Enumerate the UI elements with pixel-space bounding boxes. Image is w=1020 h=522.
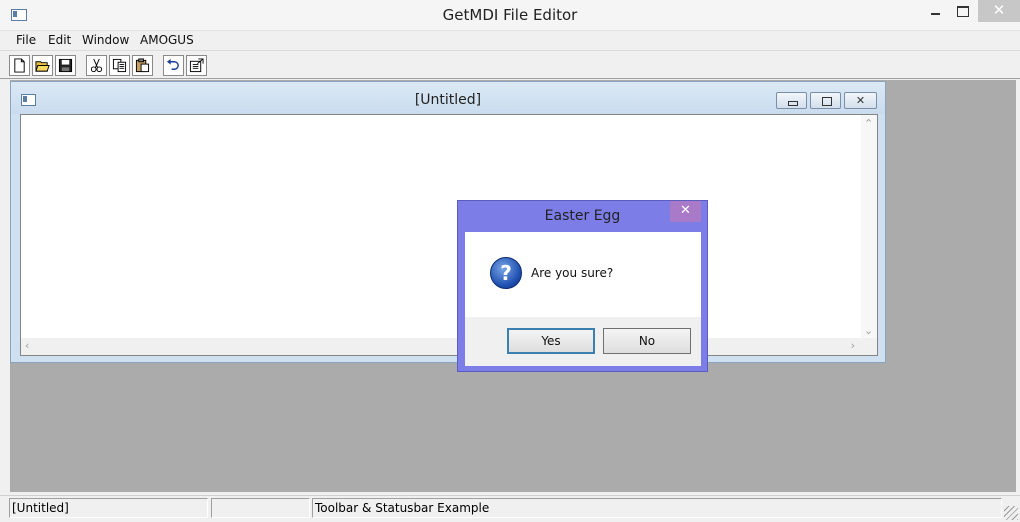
copy-icon [112, 58, 127, 73]
vertical-scrollbar[interactable]: ⌃ ⌄ [861, 115, 877, 339]
main-titlebar[interactable]: GetMDI File Editor ✕ [0, 0, 1020, 31]
scroll-right-icon[interactable]: › [851, 339, 855, 352]
open-folder-icon [35, 61, 50, 72]
menu-edit[interactable]: Edit [48, 33, 71, 47]
text-editor[interactable]: ⌃ ⌄ ‹ › [20, 114, 878, 356]
maximize-button[interactable] [950, 0, 976, 22]
paste-icon [135, 58, 150, 73]
dialog-body: ? Are you sure? [465, 232, 701, 317]
properties-button[interactable] [186, 55, 207, 76]
child-titlebar[interactable]: [Untitled] [11, 82, 885, 114]
menu-file[interactable]: File [16, 33, 36, 47]
copy-button[interactable] [109, 55, 130, 76]
undo-icon [166, 58, 179, 70]
close-icon: ✕ [992, 1, 1006, 19]
question-icon: ? [490, 257, 522, 289]
scroll-up-icon[interactable]: ⌃ [864, 117, 873, 130]
paste-button[interactable] [132, 55, 153, 76]
properties-icon [189, 58, 204, 73]
scroll-down-icon[interactable]: ⌄ [864, 324, 873, 337]
child-close-button[interactable] [844, 92, 877, 109]
dialog-message: Are you sure? [531, 266, 614, 280]
mdi-child-window[interactable]: [Untitled] ⌃ ⌄ ‹ › [10, 81, 886, 363]
minimize-button[interactable] [922, 0, 948, 22]
resize-grip[interactable] [1004, 506, 1018, 520]
cut-icon [90, 58, 103, 73]
undo-button[interactable] [163, 55, 184, 76]
new-file-icon [14, 58, 25, 73]
child-restore-button[interactable] [810, 92, 841, 109]
save-button[interactable] [55, 55, 76, 76]
save-icon [58, 58, 73, 73]
scroll-left-icon[interactable]: ‹ [25, 339, 29, 352]
dialog-footer: Yes No [465, 317, 701, 366]
open-button[interactable] [32, 55, 53, 76]
size-grip[interactable] [860, 338, 877, 355]
close-button[interactable]: ✕ [978, 0, 1020, 22]
dialog-close-button[interactable]: ✕ [670, 201, 701, 222]
toolbar [0, 52, 1020, 79]
yes-button[interactable]: Yes [507, 328, 595, 354]
menu-window[interactable]: Window [82, 33, 129, 47]
horizontal-scrollbar[interactable]: ‹ › [21, 338, 861, 355]
new-button[interactable] [9, 55, 30, 76]
status-panel-document: [Untitled] [9, 498, 208, 518]
menu-bar: File Edit Window AMOGUS [0, 31, 1020, 51]
child-minimize-button[interactable] [776, 92, 807, 109]
status-bar: [Untitled] Toolbar & Statusbar Example [0, 495, 1020, 522]
window-title: GetMDI File Editor [442, 6, 578, 24]
status-panel-empty [211, 498, 310, 518]
menu-amogus[interactable]: AMOGUS [140, 33, 194, 47]
status-panel-message: Toolbar & Statusbar Example [312, 498, 1002, 518]
no-button[interactable]: No [603, 328, 691, 354]
easter-egg-dialog[interactable]: Easter Egg ✕ ? Are you sure? Yes No [457, 200, 708, 372]
child-title: [Untitled] [414, 92, 482, 108]
cut-button[interactable] [86, 55, 107, 76]
close-icon: ✕ [680, 203, 691, 218]
